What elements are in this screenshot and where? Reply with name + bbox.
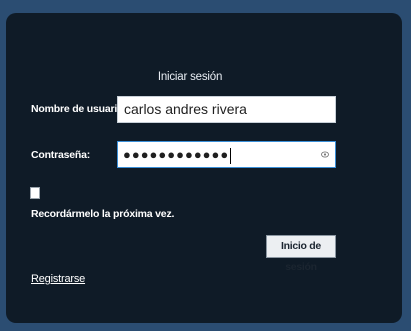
- login-panel: Iniciar sesión Nombre de usuario: carlos…: [6, 13, 402, 323]
- username-field[interactable]: carlos andres rivera: [117, 96, 336, 123]
- remember-label: Recordármelo la próxima vez.: [31, 208, 175, 220]
- eye-icon[interactable]: [321, 151, 329, 158]
- login-button[interactable]: Inicio de sesión: [266, 235, 336, 273]
- password-label: Contraseña:: [31, 149, 91, 161]
- username-label: Nombre de usuario:: [31, 103, 127, 115]
- username-value: carlos andres rivera: [124, 101, 247, 117]
- password-field[interactable]: ●●●●●●●●●●●●: [117, 141, 336, 168]
- register-link[interactable]: Registrarse: [31, 273, 85, 285]
- text-caret: [230, 147, 232, 164]
- password-mask: ●●●●●●●●●●●●: [123, 147, 230, 162]
- remember-checkbox[interactable]: [30, 187, 40, 199]
- page-title: Iniciar sesión: [157, 71, 223, 83]
